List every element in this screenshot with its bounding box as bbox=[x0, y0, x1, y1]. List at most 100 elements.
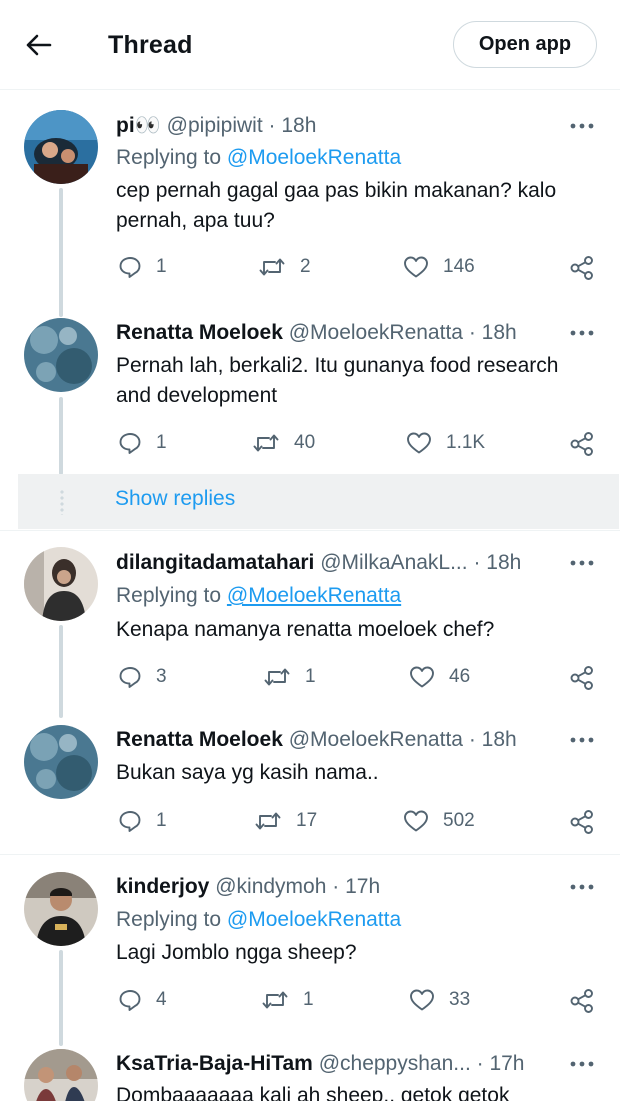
reply-action[interactable]: 1 bbox=[118, 255, 167, 279]
like-count: 502 bbox=[443, 810, 475, 831]
more-button[interactable] bbox=[568, 1050, 596, 1078]
timestamp[interactable]: · 18h bbox=[473, 551, 521, 574]
reply-count: 1 bbox=[156, 256, 167, 277]
reply-count: 1 bbox=[156, 432, 167, 453]
replying-to: Replying to @MoeloekRenatta bbox=[116, 906, 401, 934]
display-name[interactable]: Renatta Moeloek bbox=[116, 728, 283, 751]
avatar[interactable] bbox=[24, 547, 98, 621]
like-action[interactable]: 146 bbox=[403, 255, 475, 279]
share-icon bbox=[570, 989, 593, 1013]
retweet-action[interactable]: 1 bbox=[263, 665, 316, 689]
reply-count: 4 bbox=[156, 989, 167, 1010]
more-button[interactable] bbox=[568, 319, 596, 347]
replying-to-handle[interactable]: @MoeloekRenatta bbox=[227, 584, 401, 607]
timestamp[interactable]: · 17h bbox=[477, 1052, 525, 1075]
username[interactable]: @MoeloekRenatta bbox=[289, 728, 463, 751]
more-button[interactable] bbox=[568, 726, 596, 754]
retweet-action[interactable]: 1 bbox=[261, 988, 314, 1012]
back-button[interactable] bbox=[22, 28, 56, 62]
avatar[interactable] bbox=[24, 110, 98, 184]
more-button[interactable] bbox=[568, 873, 596, 901]
username[interactable]: @pipipiwit bbox=[167, 114, 263, 137]
display-name[interactable]: kinderjoy bbox=[116, 875, 209, 898]
retweet-icon bbox=[253, 434, 279, 452]
like-action[interactable]: 502 bbox=[403, 809, 475, 833]
open-app-button[interactable]: Open app bbox=[453, 21, 597, 68]
replying-to-handle[interactable]: @MoeloekRenatta bbox=[227, 146, 401, 169]
avatar[interactable] bbox=[24, 1049, 98, 1101]
reply-action[interactable]: 1 bbox=[118, 809, 167, 833]
reply-icon bbox=[119, 433, 141, 454]
username[interactable]: @MilkaAnakL... bbox=[320, 551, 467, 574]
display-name[interactable]: KsaTria-Baja-HiTam bbox=[116, 1052, 313, 1075]
tweet-header: KsaTria-Baja-HiTam @cheppyshan... · 17h bbox=[116, 1050, 525, 1078]
share-action[interactable] bbox=[569, 988, 595, 1014]
more-dots-icon bbox=[570, 884, 594, 890]
tweet-text: Bukan saya yg kasih nama.. bbox=[116, 761, 379, 784]
username[interactable]: @kindymoh bbox=[215, 875, 326, 898]
tweet[interactable]: KsaTria-Baja-HiTam @cheppyshan... · 17h … bbox=[0, 1045, 620, 1101]
like-action[interactable]: 1.1K bbox=[406, 431, 485, 455]
tweet[interactable]: kinderjoy @kindymoh · 17h Replying to @M… bbox=[0, 855, 620, 1046]
display-name[interactable]: dilangitadamatahari bbox=[116, 551, 314, 574]
share-action[interactable] bbox=[569, 809, 595, 835]
like-action[interactable]: 33 bbox=[409, 988, 470, 1012]
tweet-header: Renatta Moeloek @MoeloekRenatta · 18h bbox=[116, 726, 517, 754]
retweet-icon bbox=[264, 668, 290, 686]
thread-line bbox=[59, 305, 63, 317]
tweet[interactable]: dilangitadamatahari @MilkaAnakL... · 18h… bbox=[0, 531, 620, 718]
share-action[interactable] bbox=[569, 255, 595, 281]
more-button[interactable] bbox=[568, 549, 596, 577]
tweet-header: kinderjoy @kindymoh · 17h bbox=[116, 873, 380, 901]
thread-line bbox=[59, 397, 63, 475]
share-action[interactable] bbox=[569, 431, 595, 457]
avatar[interactable] bbox=[24, 318, 98, 392]
tweet-header: pi👀 @pipipiwit · 18h bbox=[116, 112, 316, 140]
retweet-count: 1 bbox=[305, 666, 316, 687]
reply-action[interactable]: 3 bbox=[118, 665, 167, 689]
retweet-action[interactable]: 2 bbox=[258, 255, 311, 279]
reply-action[interactable]: 4 bbox=[118, 988, 167, 1012]
thread-line bbox=[59, 188, 63, 308]
like-action[interactable]: 46 bbox=[409, 665, 470, 689]
reply-icon bbox=[119, 667, 141, 688]
replying-to: Replying to @MoeloekRenatta bbox=[116, 144, 401, 172]
retweet-action[interactable]: 40 bbox=[252, 431, 315, 455]
replying-to-label: Replying to bbox=[116, 146, 222, 169]
timestamp[interactable]: · 17h bbox=[332, 875, 380, 898]
share-action[interactable] bbox=[569, 665, 595, 691]
more-button[interactable] bbox=[568, 112, 596, 140]
heart-icon bbox=[407, 432, 431, 454]
retweet-icon bbox=[262, 991, 288, 1009]
username[interactable]: @cheppyshan... bbox=[319, 1052, 471, 1075]
replying-to-handle[interactable]: @MoeloekRenatta bbox=[227, 908, 401, 931]
replying-to: Replying to @MoeloekRenatta bbox=[116, 582, 401, 610]
timestamp[interactable]: · 18h bbox=[469, 728, 517, 751]
retweet-count: 2 bbox=[300, 256, 311, 277]
retweet-count: 17 bbox=[296, 810, 318, 831]
tweet-header: dilangitadamatahari @MilkaAnakL... · 18h bbox=[116, 549, 521, 577]
show-replies-button[interactable]: Show replies bbox=[18, 474, 619, 529]
timestamp[interactable]: · 18h bbox=[469, 321, 517, 344]
share-icon bbox=[570, 256, 593, 280]
share-icon bbox=[570, 666, 593, 690]
timestamp[interactable]: · 18h bbox=[269, 114, 317, 137]
tweet[interactable]: Renatta Moeloek @MoeloekRenatta · 18h Pe… bbox=[0, 305, 620, 475]
tweet[interactable]: Renatta Moeloek @MoeloekRenatta · 18h Bu… bbox=[0, 717, 620, 854]
display-name[interactable]: Renatta Moeloek bbox=[116, 321, 283, 344]
tweet-text: Pernah lah, berkali2. Itu gunanya food r… bbox=[116, 354, 559, 407]
more-dots-icon bbox=[570, 123, 594, 129]
thread-line bbox=[59, 950, 63, 1046]
heart-icon bbox=[410, 666, 434, 688]
tweet[interactable]: pi👀 @pipipiwit · 18h Replying to @Moeloe… bbox=[0, 92, 620, 308]
avatar[interactable] bbox=[24, 872, 98, 946]
reply-action[interactable]: 1 bbox=[118, 431, 167, 455]
tweet-text: Kenapa namanya renatta moeloek chef? bbox=[116, 618, 495, 641]
page-title: Thread bbox=[108, 31, 193, 59]
retweet-action[interactable]: 17 bbox=[254, 809, 317, 833]
like-count: 146 bbox=[443, 256, 475, 277]
display-name[interactable]: pi👀 bbox=[116, 114, 161, 137]
avatar[interactable] bbox=[24, 725, 98, 799]
heart-icon bbox=[410, 989, 434, 1011]
username[interactable]: @MoeloekRenatta bbox=[289, 321, 463, 344]
